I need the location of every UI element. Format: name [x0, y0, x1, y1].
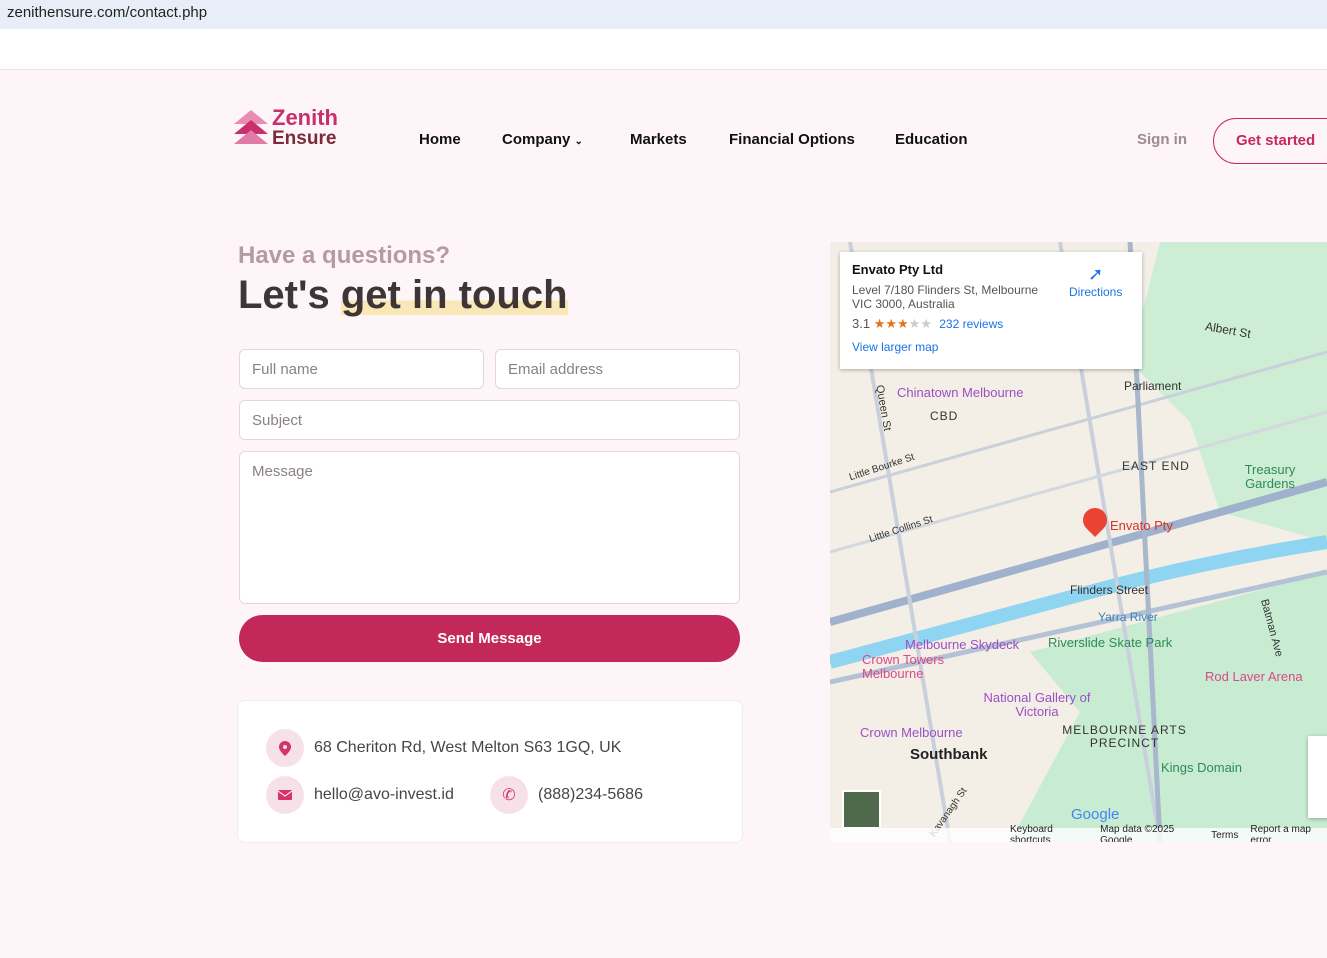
- map-label: Flinders Street: [1070, 583, 1149, 597]
- map-label: Crown Towers Melbourne: [862, 652, 945, 681]
- phone-icon: ✆: [490, 776, 528, 814]
- keyboard-shortcuts-link[interactable]: Keyboard shortcuts: [1010, 824, 1088, 842]
- address-text: 68 Cheriton Rd, West Melton S63 1GQ, UK: [314, 739, 622, 756]
- contact-card: 68 Cheriton Rd, West Melton S63 1GQ, UK …: [237, 700, 743, 843]
- map-label: Treasury Gardens: [1244, 462, 1296, 491]
- zoom-controls[interactable]: [1308, 736, 1327, 818]
- directions-icon: ➚: [1088, 264, 1104, 284]
- map-label: Yarra River: [1098, 610, 1158, 624]
- rating-value: 3.1: [852, 316, 871, 331]
- place-address: Level 7/180 Flinders St, Melbourne VIC 3…: [852, 283, 1039, 311]
- email-text: hello@avo-invest.id: [314, 786, 454, 803]
- title-highlight: get in touch: [340, 273, 568, 317]
- nav-home[interactable]: Home: [419, 131, 461, 148]
- map-label: Crown Melbourne: [860, 725, 963, 740]
- map-label: Rod Laver Arena: [1205, 669, 1303, 684]
- contact-email[interactable]: hello@avo-invest.id: [266, 776, 454, 814]
- google-map[interactable]: Chinatown Melbourne CBD Parliament EAST …: [830, 242, 1327, 842]
- sign-in-link[interactable]: Sign in: [1137, 131, 1187, 148]
- page-title: Let's get in touch: [238, 273, 568, 318]
- star-rating-icon: ★★★★★: [873, 316, 932, 331]
- map-label: Parliament: [1124, 379, 1182, 393]
- nav-company[interactable]: Company ⌄: [502, 131, 583, 148]
- nav-financial-options[interactable]: Financial Options: [729, 131, 855, 148]
- browser-toolbar: [0, 29, 1327, 70]
- map-label: National Gallery of Victoria: [983, 690, 1091, 719]
- place-info-card: Envato Pty Ltd Level 7/180 Flinders St, …: [840, 252, 1142, 369]
- google-logo: Google: [1071, 806, 1120, 823]
- envelope-icon: [266, 776, 304, 814]
- satellite-toggle[interactable]: [842, 790, 881, 829]
- map-label: Riverslide Skate Park: [1048, 635, 1173, 650]
- map-label: EAST END: [1122, 459, 1190, 473]
- eyebrow: Have a questions?: [238, 242, 451, 269]
- report-map-error-link[interactable]: Report a map error: [1250, 824, 1327, 842]
- logo[interactable]: Zenith Ensure: [232, 107, 338, 149]
- map-footer: Keyboard shortcuts Map data ©2025 Google…: [830, 824, 1327, 842]
- contact-address: 68 Cheriton Rd, West Melton S63 1GQ, UK: [266, 729, 621, 767]
- map-label: MELBOURNE ARTS PRECINCT: [1062, 723, 1187, 750]
- contact-phone[interactable]: ✆ (888)234-5686: [490, 776, 643, 814]
- logo-line2: Ensure: [272, 128, 337, 149]
- phone-text: (888)234-5686: [538, 786, 643, 803]
- logo-line1: Zenith: [272, 105, 338, 130]
- map-label: Southbank: [910, 746, 988, 763]
- map-pin-icon: [266, 729, 304, 767]
- map-label: Chinatown Melbourne: [897, 385, 1024, 400]
- map-label: CBD: [930, 409, 959, 423]
- map-label: Kings Domain: [1161, 760, 1242, 775]
- address-bar[interactable]: zenithensure.com/contact.php: [0, 0, 1327, 29]
- full-name-input[interactable]: Full name: [239, 349, 484, 389]
- send-message-button[interactable]: Send Message: [239, 615, 740, 662]
- email-input[interactable]: Email address: [495, 349, 740, 389]
- message-textarea[interactable]: Message: [239, 451, 740, 604]
- title-plain: Let's: [238, 273, 341, 317]
- chevron-down-icon: ⌄: [574, 136, 583, 147]
- get-started-button[interactable]: Get started: [1213, 118, 1327, 164]
- reviews-link[interactable]: 232 reviews: [939, 317, 1003, 331]
- nav-company-label: Company: [502, 131, 571, 148]
- terms-link[interactable]: Terms: [1211, 830, 1238, 841]
- subject-input[interactable]: Subject: [239, 400, 740, 440]
- view-larger-map-link[interactable]: View larger map: [852, 340, 1130, 354]
- directions-label: Directions: [1069, 285, 1123, 299]
- logo-icon: [234, 110, 268, 144]
- map-label: Envato Pty: [1110, 518, 1173, 533]
- map-data-attribution: Map data ©2025 Google: [1100, 824, 1175, 842]
- map-label: Melbourne Skydeck: [905, 637, 1020, 652]
- nav-markets[interactable]: Markets: [630, 131, 687, 148]
- directions-button[interactable]: ➚ Directions: [1069, 264, 1122, 299]
- nav-education[interactable]: Education: [895, 131, 968, 148]
